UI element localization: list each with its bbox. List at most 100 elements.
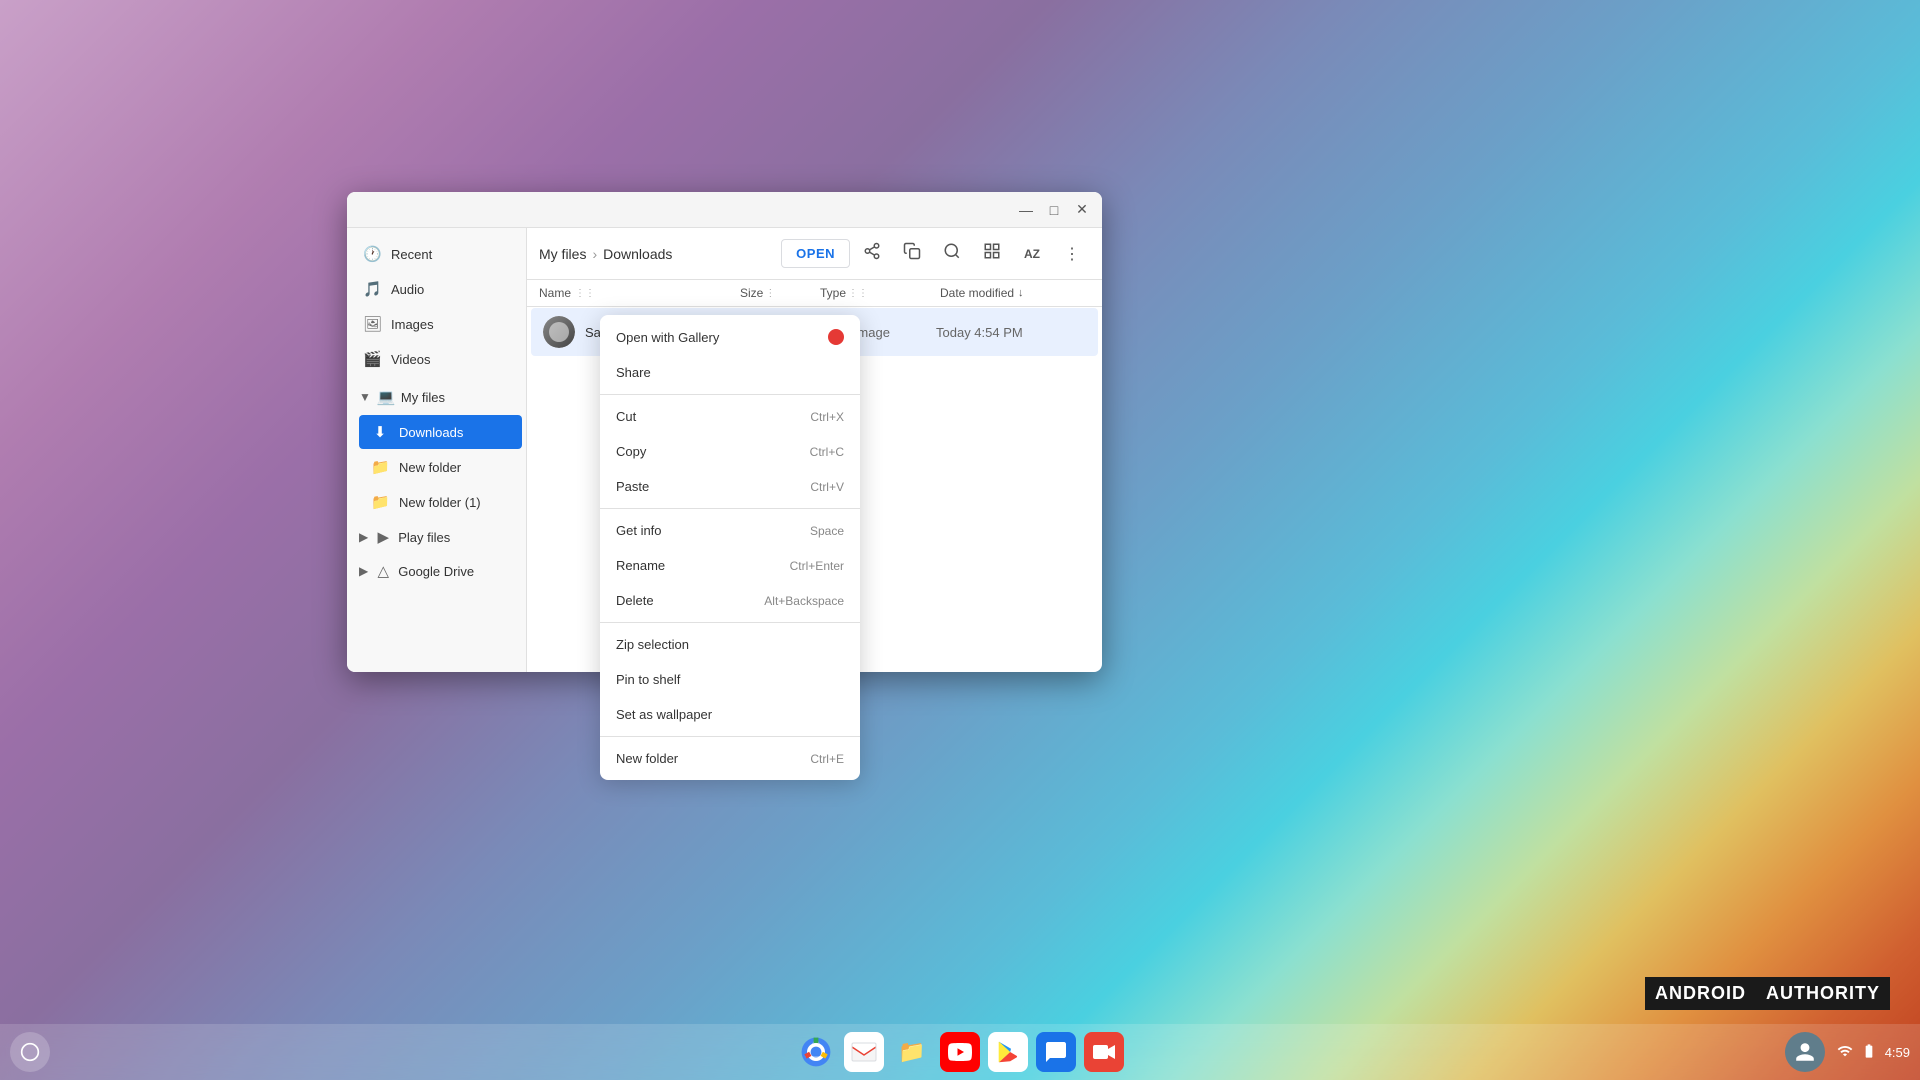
context-menu-item-new-folder[interactable]: New folder Ctrl+E xyxy=(600,741,860,776)
wifi-icon xyxy=(1837,1043,1853,1062)
sidebar-item-label: Images xyxy=(391,317,434,332)
context-menu: Open with Gallery Share Cut Ctrl+X Copy … xyxy=(600,315,860,780)
taskbar-files[interactable]: 📁 xyxy=(892,1032,932,1072)
col-header-type[interactable]: Type ⋮⋮ xyxy=(820,286,940,300)
share-icon xyxy=(863,242,881,265)
taskbar-center: 📁 xyxy=(796,1032,1124,1072)
desktop: — □ ✕ 🕐 Recent 🎵 Audio 🖼 xyxy=(0,0,1920,1080)
file-thumbnail xyxy=(543,316,575,348)
context-menu-divider-1 xyxy=(600,394,860,395)
google-drive-label: Google Drive xyxy=(398,564,474,579)
play-files-label: Play files xyxy=(398,530,450,545)
images-icon: 🖼 xyxy=(363,315,381,333)
drive-icon: △ xyxy=(374,562,392,580)
sidebar: 🕐 Recent 🎵 Audio 🖼 Images 🎬 Videos xyxy=(347,228,527,672)
col-header-size[interactable]: Size ⋮ xyxy=(740,286,820,300)
col-sort-dots: ⋮⋮ xyxy=(575,288,595,299)
col-header-date[interactable]: Date modified ↓ xyxy=(940,286,1090,300)
taskbar-gmail[interactable] xyxy=(844,1032,884,1072)
context-menu-item-get-info[interactable]: Get info Space xyxy=(600,513,860,548)
context-menu-item-cut[interactable]: Cut Ctrl+X xyxy=(600,399,860,434)
context-menu-item-share[interactable]: Share xyxy=(600,355,860,390)
taskbar-messages[interactable] xyxy=(1036,1032,1076,1072)
sidebar-item-label: Videos xyxy=(391,352,431,367)
ctx-open-gallery-label: Open with Gallery xyxy=(616,330,719,345)
maximize-button[interactable]: □ xyxy=(1042,198,1066,222)
clock-icon: 🕐 xyxy=(363,245,381,263)
clock-display[interactable]: 4:59 xyxy=(1885,1045,1910,1060)
sidebar-item-new-folder-1[interactable]: 📁 New folder (1) xyxy=(359,485,522,519)
computer-icon: 💻 xyxy=(377,388,395,406)
context-menu-item-set-as-wallpaper[interactable]: Set as wallpaper xyxy=(600,697,860,732)
my-files-children: ⬇ Downloads 📁 New folder 📁 New folder (1… xyxy=(347,415,526,519)
taskbar-right: 4:59 xyxy=(1785,1032,1910,1072)
context-menu-divider-3 xyxy=(600,622,860,623)
context-menu-divider-4 xyxy=(600,736,860,737)
col-header-name[interactable]: Name ⋮⋮ xyxy=(539,286,740,300)
copy-icon xyxy=(903,242,921,265)
launcher-button[interactable] xyxy=(10,1032,50,1072)
play-icon: ▶ xyxy=(374,528,392,546)
breadcrumb-separator: › xyxy=(592,246,597,262)
taskbar-chrome[interactable] xyxy=(796,1032,836,1072)
context-menu-item-delete[interactable]: Delete Alt+Backspace xyxy=(600,583,860,618)
col-sort-dots: ⋮ xyxy=(765,288,775,299)
context-menu-item-pin-to-shelf[interactable]: Pin to shelf xyxy=(600,662,860,697)
context-menu-item-paste[interactable]: Paste Ctrl+V xyxy=(600,469,860,504)
share-button[interactable] xyxy=(854,236,890,272)
sidebar-item-audio[interactable]: 🎵 Audio xyxy=(351,272,522,306)
folder-icon: 📁 xyxy=(371,458,389,476)
breadcrumb-current: Downloads xyxy=(603,246,672,262)
col-sort-dots: ⋮⋮ xyxy=(848,288,868,299)
download-icon: ⬇ xyxy=(371,423,389,441)
chevron-down-icon: ▼ xyxy=(359,390,371,404)
sidebar-item-images[interactable]: 🖼 Images xyxy=(351,307,522,341)
battery-icon xyxy=(1861,1043,1877,1062)
context-menu-item-copy[interactable]: Copy Ctrl+C xyxy=(600,434,860,469)
breadcrumb: My files › Downloads xyxy=(539,246,773,262)
sort-button[interactable]: AZ xyxy=(1014,236,1050,272)
chevron-right-icon: ▶ xyxy=(359,530,368,544)
sidebar-item-google-drive[interactable]: ▶ △ Google Drive xyxy=(347,554,526,588)
breadcrumb-parent[interactable]: My files xyxy=(539,246,586,262)
more-options-button[interactable]: ⋮ xyxy=(1054,236,1090,272)
gallery-dot-icon xyxy=(828,329,844,345)
sidebar-item-label: New folder xyxy=(399,460,461,475)
taskbar: 📁 xyxy=(0,1024,1920,1080)
chevron-right-icon: ▶ xyxy=(359,564,368,578)
sidebar-item-play-files[interactable]: ▶ ▶ Play files xyxy=(347,520,526,554)
sidebar-item-new-folder[interactable]: 📁 New folder xyxy=(359,450,522,484)
grid-icon xyxy=(983,242,1001,265)
copy-button[interactable] xyxy=(894,236,930,272)
close-button[interactable]: ✕ xyxy=(1070,198,1094,222)
android-text: ANDROID xyxy=(1645,977,1756,1010)
context-menu-item-open-with-gallery[interactable]: Open with Gallery xyxy=(600,319,860,355)
system-tray: 4:59 xyxy=(1837,1043,1910,1062)
context-menu-item-zip-selection[interactable]: Zip selection xyxy=(600,627,860,662)
file-date: Today 4:54 PM xyxy=(936,325,1086,340)
grid-view-button[interactable] xyxy=(974,236,1010,272)
taskbar-meet[interactable] xyxy=(1084,1032,1124,1072)
toolbar: My files › Downloads OPEN xyxy=(527,228,1102,280)
taskbar-play-store[interactable] xyxy=(988,1032,1028,1072)
audio-icon: 🎵 xyxy=(363,280,381,298)
sort-desc-icon: ↓ xyxy=(1018,287,1024,299)
taskbar-youtube[interactable] xyxy=(940,1032,980,1072)
sidebar-item-videos[interactable]: 🎬 Videos xyxy=(351,342,522,376)
sidebar-item-label: Audio xyxy=(391,282,424,297)
sidebar-item-label: Downloads xyxy=(399,425,463,440)
taskbar-avatar[interactable] xyxy=(1785,1032,1825,1072)
search-button[interactable] xyxy=(934,236,970,272)
context-menu-item-rename[interactable]: Rename Ctrl+Enter xyxy=(600,548,860,583)
sidebar-item-my-files[interactable]: ▼ 💻 My files xyxy=(347,380,526,414)
toolbar-actions: OPEN xyxy=(781,236,1090,272)
minimize-button[interactable]: — xyxy=(1014,198,1038,222)
more-icon: ⋮ xyxy=(1064,244,1080,264)
search-icon xyxy=(943,242,961,265)
my-files-section: ▼ 💻 My files ⬇ Downloads 📁 New folder xyxy=(347,380,526,519)
branding: ANDROID AUTHORITY xyxy=(1645,977,1890,1010)
sidebar-item-recent[interactable]: 🕐 Recent xyxy=(351,237,522,271)
sort-az-icon: AZ xyxy=(1024,247,1040,261)
open-button[interactable]: OPEN xyxy=(781,239,850,268)
sidebar-item-downloads[interactable]: ⬇ Downloads xyxy=(359,415,522,449)
